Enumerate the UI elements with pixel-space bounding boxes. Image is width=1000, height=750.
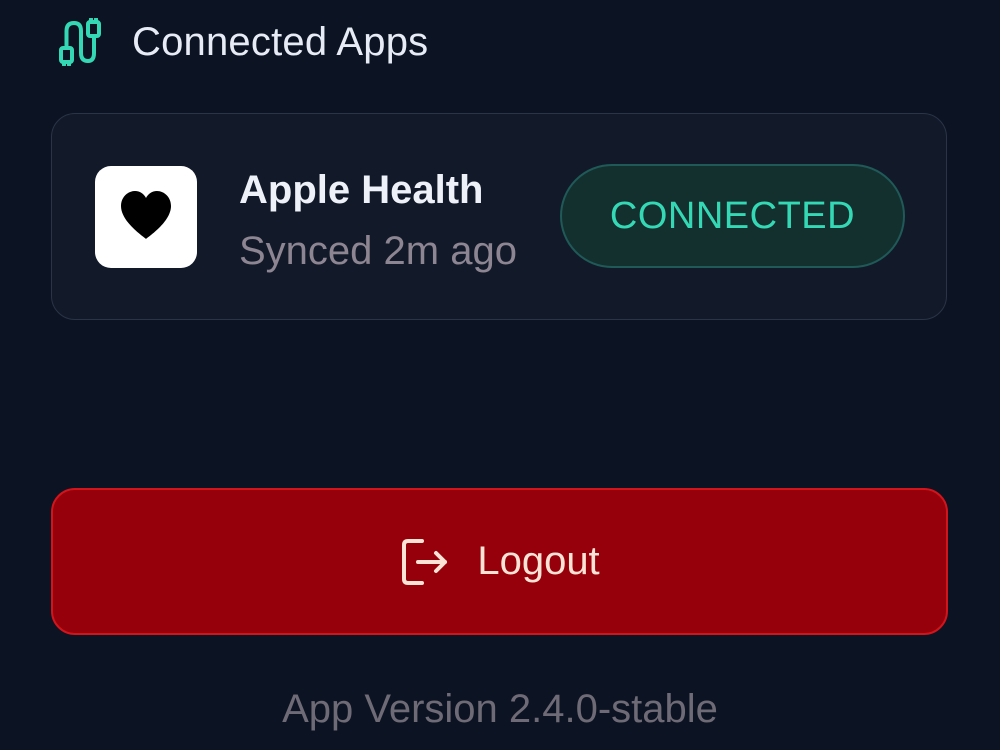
logout-label: Logout bbox=[477, 539, 600, 583]
apple-health-logo bbox=[95, 166, 197, 268]
logout-icon bbox=[399, 536, 451, 588]
app-name: Apple Health bbox=[239, 168, 484, 212]
settings-page: Connected Apps Apple Health Synced 2m ag… bbox=[0, 0, 1000, 750]
connected-app-card[interactable]: Apple Health Synced 2m ago CONNECTED bbox=[51, 113, 947, 320]
connection-status-badge[interactable]: CONNECTED bbox=[560, 164, 905, 268]
section-title: Connected Apps bbox=[132, 19, 429, 64]
heart-icon bbox=[118, 189, 174, 246]
plug-cable-icon bbox=[54, 16, 106, 68]
app-version: App Version 2.4.0-stable bbox=[282, 687, 718, 731]
connected-apps-header: Connected Apps bbox=[54, 14, 428, 70]
sync-status: Synced 2m ago bbox=[239, 229, 517, 273]
logout-button[interactable]: Logout bbox=[51, 488, 948, 635]
